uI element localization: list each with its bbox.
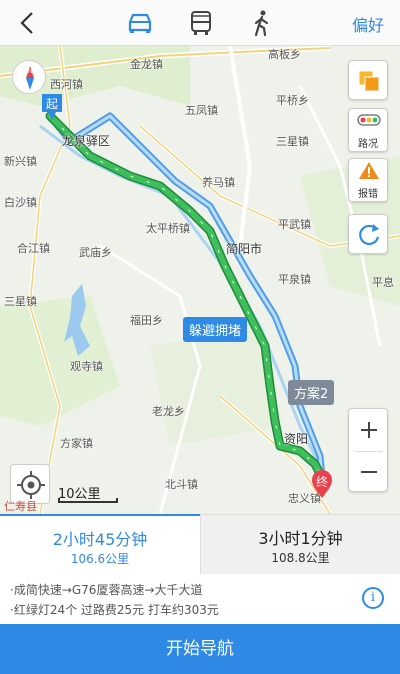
compass-button[interactable]: N: [12, 60, 46, 94]
place-label: 观寺镇: [70, 360, 103, 373]
back-arrow-icon[interactable]: [14, 9, 42, 37]
place-label: 新兴镇: [4, 155, 37, 168]
route-distance: 106.6公里: [70, 552, 130, 566]
place-label: 方家镇: [60, 437, 93, 450]
route-time: 3小时1分钟: [258, 529, 343, 548]
compass-icon: N: [26, 66, 34, 90]
scale-bar: [58, 498, 118, 503]
info-icon[interactable]: i: [362, 587, 384, 609]
place-label: 老龙乡: [152, 405, 185, 418]
place-label: 金龙镇: [130, 58, 163, 71]
place-label: 简阳市: [226, 242, 263, 256]
start-navigation-button[interactable]: 开始导航: [0, 624, 400, 674]
place-label: 五凤镇: [185, 104, 218, 117]
route-stats: ·红绿灯24个 过路费25元 打车约303元: [10, 603, 219, 617]
place-label: 高板乡: [268, 48, 301, 61]
place-label: 西河镇: [50, 78, 83, 91]
start-marker[interactable]: 起: [40, 92, 64, 122]
report-label: 报错: [358, 189, 378, 200]
zoom-in-icon[interactable]: [349, 409, 389, 451]
report-error-button[interactable]: 报错: [348, 158, 388, 202]
top-bar: 偏好: [0, 0, 400, 46]
map-view[interactable]: 金龙镇 高板乡 西河镇 五凤镇 平桥乡 龙泉驿区 三星镇 新兴镇 养马镇 白沙镇…: [0, 46, 400, 514]
layers-button[interactable]: [348, 60, 388, 100]
alt-route-bubble[interactable]: 方案2: [288, 380, 335, 405]
svg-text:N: N: [28, 69, 32, 75]
route-option-1[interactable]: 2小时45分钟 106.6公里: [0, 514, 200, 574]
end-pin-label: 终: [315, 475, 328, 489]
start-pin-label: 起: [45, 97, 58, 111]
refresh-button[interactable]: [348, 214, 388, 254]
traffic-button[interactable]: 路况: [348, 108, 388, 152]
end-marker[interactable]: 终: [310, 470, 334, 500]
zoom-control: [348, 408, 388, 492]
place-label: 平息: [372, 276, 394, 289]
place-label: 北斗镇: [165, 478, 198, 491]
route-roads: ·成简快速→G76厦蓉高速→大千大道: [10, 583, 203, 597]
place-label: 合江镇: [17, 242, 50, 255]
place-label: 平泉镇: [278, 273, 311, 286]
route-info: ·成简快速→G76厦蓉高速→大千大道 ·红绿灯24个 过路费25元 打车约303…: [0, 575, 400, 623]
zoom-out-icon[interactable]: [349, 451, 389, 493]
map-watermark: 仁寿县: [4, 500, 37, 513]
place-label: 养马镇: [202, 176, 235, 189]
place-label: 资阳: [284, 432, 309, 446]
route-distance: 108.8公里: [271, 551, 330, 565]
place-label: 三星镇: [276, 135, 309, 148]
route-options: 2小时45分钟 106.6公里 3小时1分钟 108.8公里: [0, 514, 400, 574]
refresh-icon: [359, 224, 380, 246]
bus-icon[interactable]: [186, 8, 216, 38]
traffic-light-icon: [357, 114, 381, 126]
place-label: 福田乡: [130, 314, 163, 327]
place-label: 武庙乡: [79, 246, 112, 259]
route-option-2[interactable]: 3小时1分钟 108.8公里: [200, 514, 400, 574]
place-label: 平武镇: [278, 218, 311, 231]
place-label: 平桥乡: [276, 94, 309, 107]
traffic-label: 路况: [358, 139, 378, 150]
place-label: 龙泉驿区: [62, 134, 111, 148]
congestion-avoid-bubble[interactable]: 躲避拥堵: [183, 317, 248, 342]
route-time: 2小时45分钟: [52, 530, 148, 549]
place-label: 三星镇: [4, 295, 37, 308]
car-icon[interactable]: [125, 8, 155, 38]
warning-icon: [359, 162, 379, 179]
preference-button[interactable]: 偏好: [352, 12, 384, 36]
layers-icon: [358, 70, 380, 92]
walk-icon[interactable]: [247, 8, 277, 38]
place-label: 太平桥镇: [146, 222, 190, 235]
place-label: 白沙镇: [4, 196, 37, 209]
